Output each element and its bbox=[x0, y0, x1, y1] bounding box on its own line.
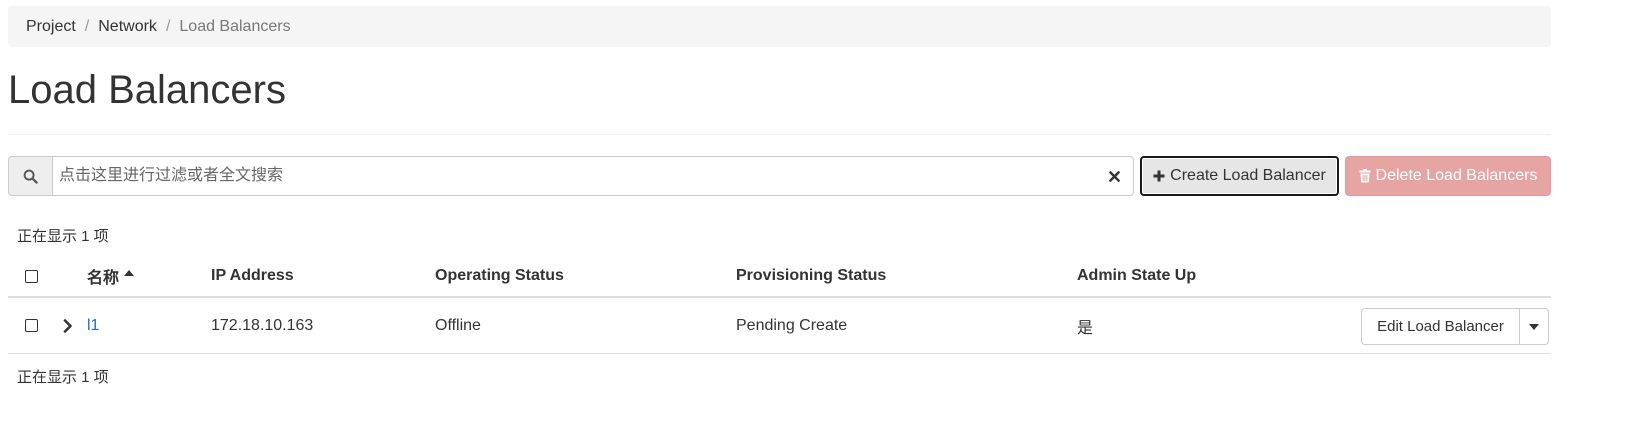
breadcrumb-separator: / bbox=[165, 17, 171, 35]
item-count-top: 正在显示 1 项 bbox=[17, 228, 109, 245]
breadcrumb: Project / Network / Load Balancers bbox=[8, 6, 1551, 47]
sort-ascending-icon bbox=[124, 270, 135, 276]
column-header-admin-state[interactable]: Admin State Up bbox=[1077, 256, 1196, 296]
page-title: Load Balancers bbox=[8, 68, 286, 112]
breadcrumb-item-network[interactable]: Network bbox=[98, 18, 157, 36]
trash-icon bbox=[1359, 169, 1371, 183]
breadcrumb-item-project[interactable]: Project bbox=[26, 18, 76, 36]
breadcrumb-item-current: Load Balancers bbox=[179, 17, 291, 35]
create-load-balancer-label: Create Load Balancer bbox=[1170, 167, 1326, 184]
row-provisioning-status: Pending Create bbox=[736, 316, 848, 334]
row-checkbox[interactable] bbox=[25, 319, 38, 332]
breadcrumb-separator: / bbox=[84, 17, 90, 35]
row-ip-address: 172.18.10.163 bbox=[211, 316, 314, 334]
plus-icon bbox=[1153, 170, 1165, 182]
column-header-name-label: 名称 bbox=[87, 270, 120, 287]
clear-search-button[interactable] bbox=[1104, 166, 1124, 186]
expand-row-button[interactable] bbox=[63, 318, 73, 333]
select-all-checkbox[interactable] bbox=[25, 269, 38, 283]
filter-search-group bbox=[8, 156, 1134, 196]
row-admin-state: 是 bbox=[1077, 319, 1094, 337]
chevron-right-icon bbox=[63, 318, 72, 333]
title-divider bbox=[8, 134, 1551, 135]
row-expand-cell bbox=[63, 298, 73, 353]
search-icon bbox=[23, 169, 38, 184]
row-operating-status: Offline bbox=[435, 316, 481, 334]
close-icon bbox=[1108, 170, 1120, 182]
column-header-operating-status[interactable]: Operating Status bbox=[435, 256, 564, 296]
load-balancer-name-link[interactable]: l1 bbox=[87, 317, 99, 335]
row-actions-dropdown-toggle[interactable] bbox=[1520, 308, 1549, 345]
item-count-bottom: 正在显示 1 项 bbox=[17, 369, 109, 386]
column-header-ip[interactable]: IP Address bbox=[211, 256, 294, 296]
search-addon bbox=[8, 156, 52, 196]
column-header-provisioning-status[interactable]: Provisioning Status bbox=[736, 256, 886, 296]
caret-down-icon bbox=[1529, 323, 1539, 330]
search-input[interactable] bbox=[52, 156, 1134, 196]
edit-load-balancer-button[interactable]: Edit Load Balancer bbox=[1361, 308, 1520, 345]
row-name-cell: l1 bbox=[87, 298, 99, 353]
delete-load-balancers-label: Delete Load Balancers bbox=[1375, 167, 1538, 184]
select-all-cell bbox=[25, 256, 38, 296]
row-select-cell bbox=[25, 298, 38, 353]
table-header: 名称 IP Address Operating Status Provision… bbox=[8, 256, 1551, 298]
row-actions: Edit Load Balancer bbox=[1361, 308, 1549, 345]
table-row: l1 172.18.10.163 Offline Pending Create … bbox=[8, 298, 1551, 354]
create-load-balancer-button[interactable]: Create Load Balancer bbox=[1140, 156, 1339, 196]
column-header-name[interactable]: 名称 bbox=[87, 256, 135, 296]
delete-load-balancers-button[interactable]: Delete Load Balancers bbox=[1345, 156, 1551, 196]
